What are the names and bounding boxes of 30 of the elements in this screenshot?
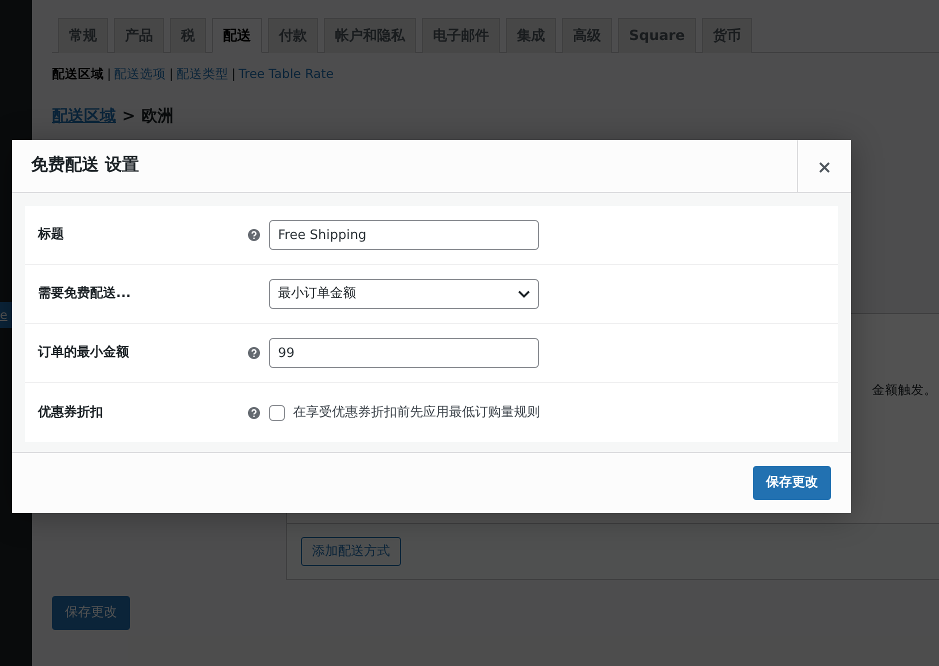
breadcrumb-separator: > (122, 104, 136, 127)
subnav-link[interactable]: Tree Table Rate (238, 65, 334, 84)
field-label: 订单的最小金额 (38, 344, 130, 362)
modal-title: 免费配送 设置 (30, 154, 140, 177)
help-icon[interactable] (248, 229, 260, 241)
text-field[interactable]: 99 (269, 338, 539, 368)
field-label: 需要免费配送... (38, 285, 132, 304)
method-description: 金额触发。 (872, 381, 937, 400)
subnav-link[interactable]: 配送区域 (52, 65, 104, 84)
close-icon (819, 162, 830, 174)
subnav-link[interactable]: 配送类型 (176, 65, 228, 84)
separator: | (169, 65, 174, 83)
chevron-down-icon (518, 290, 530, 298)
select-field[interactable]: 最小订单金额 (269, 279, 539, 309)
breadcrumb-link[interactable]: 配送区域 (52, 104, 116, 128)
zone-name: 欧洲 (141, 104, 174, 127)
checkbox[interactable] (269, 404, 285, 420)
settings-tab[interactable]: 配送 (212, 18, 262, 53)
field-label: 标题 (38, 226, 65, 244)
save-button[interactable]: 保存更改 (753, 466, 831, 500)
help-icon[interactable] (248, 347, 260, 359)
separator: | (107, 65, 112, 83)
add-method-button[interactable]: 添加配送方式 (301, 536, 401, 566)
save-button[interactable]: 保存更改 (52, 596, 130, 630)
checkbox-label: 在享受优惠券折扣前先应用最低订购量规则 (293, 404, 540, 422)
separator: | (231, 65, 236, 83)
subnav-link[interactable]: 配送选项 (114, 65, 166, 84)
text-field[interactable]: Free Shipping (269, 220, 539, 250)
field-label: 优惠券折扣 (38, 404, 104, 422)
help-icon[interactable] (248, 406, 260, 418)
